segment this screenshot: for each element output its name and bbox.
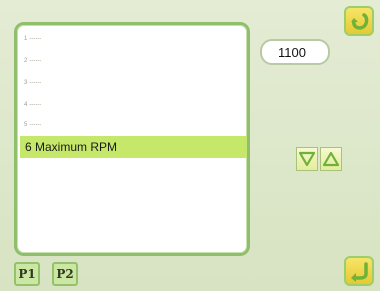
list-item-number: 1 <box>24 36 28 42</box>
list-item-number: 5 <box>24 122 28 128</box>
tab-p2[interactable]: P2 <box>52 262 78 286</box>
list-item-label: ------ <box>29 58 42 64</box>
list-item[interactable]: 1 ------ <box>20 28 247 50</box>
tab-p1[interactable]: P1 <box>14 262 40 286</box>
list-item[interactable]: 4 ------ <box>20 94 247 116</box>
list-item-label: ------ <box>29 102 42 108</box>
screen: 1 ------ 2 ------ 3 ------ 4 ------ 5 --… <box>0 0 380 291</box>
parameter-list: 1 ------ 2 ------ 3 ------ 4 ------ 5 --… <box>14 22 250 256</box>
list-item-label: ------ <box>29 80 42 86</box>
list-item-number: 2 <box>24 58 28 64</box>
return-button[interactable] <box>344 6 374 36</box>
decrease-button[interactable] <box>296 147 318 171</box>
list-item-number: 4 <box>24 102 28 108</box>
list-item[interactable]: 5 ------ <box>20 114 247 136</box>
list-item-selected[interactable]: 6 Maximum RPM <box>20 136 247 158</box>
list-item-label: ------ <box>29 122 42 128</box>
list-item[interactable]: 3 ------ <box>20 72 247 94</box>
list-item[interactable]: 2 ------ <box>20 50 247 72</box>
enter-button[interactable] <box>344 256 374 286</box>
value-display[interactable]: 1100 <box>260 39 330 65</box>
increase-button[interactable] <box>320 147 342 171</box>
list-item-label: 6 Maximum RPM <box>25 140 118 154</box>
list-item-number: 3 <box>24 80 28 86</box>
list-item-label: ------ <box>29 36 42 42</box>
